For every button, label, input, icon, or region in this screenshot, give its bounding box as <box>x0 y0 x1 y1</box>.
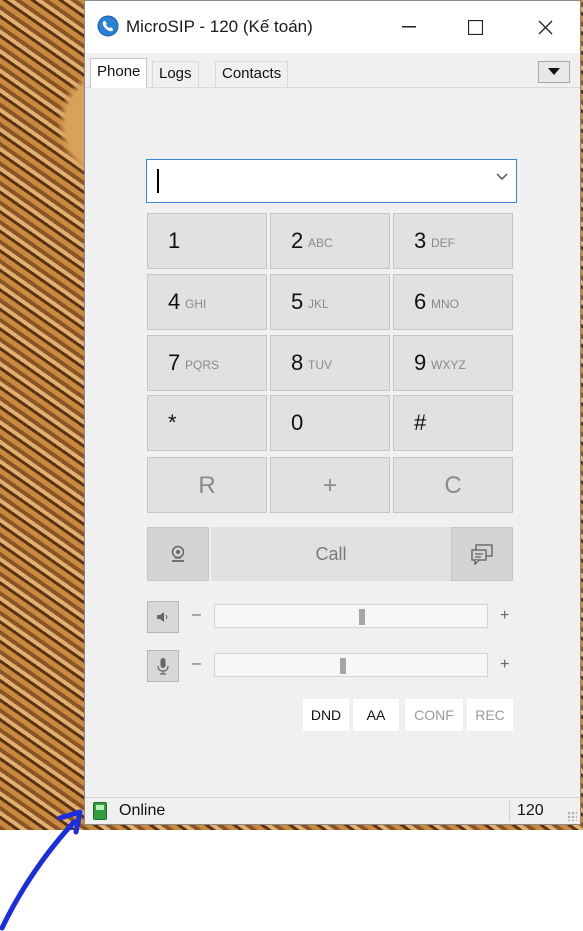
tab-label: Logs <box>159 65 192 82</box>
key-digit: 6 <box>414 289 427 314</box>
key-digit: # <box>414 410 427 435</box>
resize-grip[interactable] <box>567 811 577 821</box>
key-label: + <box>322 472 337 499</box>
key-digit: 3 <box>414 228 427 253</box>
status-divider <box>509 800 510 822</box>
microsip-phone-icon <box>97 15 119 37</box>
annotation-arrow <box>0 809 83 931</box>
call-label: Call <box>315 543 347 564</box>
window-title: MicroSIP - 120 (Kế toán) <box>126 17 313 36</box>
toggle-label: DND <box>310 707 342 723</box>
message-icon <box>471 544 493 565</box>
key-letters: MNO <box>431 297 459 311</box>
minimize-icon <box>402 26 416 28</box>
close-button[interactable] <box>522 9 568 45</box>
key-label: C <box>444 472 462 499</box>
key-2[interactable]: 2 ABC <box>270 213 390 269</box>
key-3[interactable]: 3 DEF <box>393 213 513 269</box>
text-caret <box>157 169 159 193</box>
mic-volume-slider[interactable] <box>214 653 488 677</box>
maximize-button[interactable] <box>452 9 498 45</box>
triangle-down-icon <box>548 68 560 75</box>
redial-button[interactable]: R <box>147 457 267 513</box>
key-digit: 4 <box>168 289 181 314</box>
plus-button[interactable]: + <box>270 457 390 513</box>
chevron-down-icon[interactable] <box>496 173 508 181</box>
key-7[interactable]: 7 PQRS <box>147 335 267 391</box>
key-letters: TUV <box>308 358 332 372</box>
slider-thumb[interactable] <box>340 658 346 674</box>
status-bar: Online 120 <box>85 797 580 824</box>
speaker-minus: – <box>192 606 201 623</box>
tab-contacts[interactable]: Contacts <box>215 61 289 87</box>
auto-answer-toggle[interactable]: AA <box>353 699 399 731</box>
key-label: R <box>198 472 216 499</box>
key-digit: 0 <box>291 410 304 435</box>
slider-thumb[interactable] <box>359 609 365 625</box>
phone-panel: 1 2 ABC 3 DEF 4 GHI 5 JKL 6 MNO 7 PQRS 8 <box>85 89 580 796</box>
tab-label: Contacts <box>222 65 282 82</box>
key-letters: PQRS <box>185 358 220 372</box>
key-1[interactable]: 1 <box>147 213 267 269</box>
number-input[interactable] <box>146 159 517 203</box>
status-text: Online <box>119 802 166 819</box>
title-bar: MicroSIP - 120 (Kế toán) <box>85 1 580 53</box>
key-6[interactable]: 6 MNO <box>393 274 513 330</box>
key-digit: 1 <box>168 228 181 253</box>
key-letters: ABC <box>308 236 333 250</box>
minimize-button[interactable] <box>386 9 432 45</box>
key-star[interactable]: * <box>147 395 267 451</box>
conference-toggle[interactable]: CONF <box>405 699 463 731</box>
record-toggle[interactable]: REC <box>467 699 513 731</box>
mic-plus: + <box>500 656 510 673</box>
speaker-icon <box>157 612 168 622</box>
key-letters: WXYZ <box>431 358 466 372</box>
call-button[interactable]: Call <box>211 527 451 581</box>
key-5[interactable]: 5 JKL <box>270 274 390 330</box>
mic-minus: – <box>192 655 201 672</box>
video-call-icon <box>171 545 185 562</box>
key-letters: GHI <box>185 297 207 311</box>
tab-bar: Phone Logs Contacts <box>85 53 580 88</box>
tab-phone[interactable]: Phone <box>90 58 148 88</box>
message-button[interactable] <box>451 527 513 581</box>
main-menu-button[interactable] <box>538 61 570 83</box>
microphone-icon <box>157 658 169 675</box>
key-8[interactable]: 8 TUV <box>270 335 390 391</box>
tab-logs[interactable]: Logs <box>152 61 199 87</box>
key-digit: 5 <box>291 289 304 314</box>
online-status-icon[interactable] <box>93 802 107 820</box>
key-digit: 2 <box>291 228 304 253</box>
clear-button[interactable]: C <box>393 457 513 513</box>
key-letters: JKL <box>308 297 329 311</box>
extension-number: 120 <box>517 802 544 819</box>
speaker-plus: + <box>500 607 510 624</box>
video-call-button[interactable] <box>147 527 209 581</box>
tab-label: Phone <box>97 63 141 80</box>
toggle-label: CONF <box>414 707 454 723</box>
key-9[interactable]: 9 WXYZ <box>393 335 513 391</box>
key-digit: 7 <box>168 350 181 375</box>
toggle-label: REC <box>475 707 505 723</box>
key-hash[interactable]: # <box>393 395 513 451</box>
toggle-label: AA <box>366 707 386 723</box>
speaker-mute-button[interactable] <box>147 601 179 633</box>
key-digit: 9 <box>414 350 427 375</box>
maximize-icon <box>467 19 483 35</box>
key-letters: DEF <box>431 236 455 250</box>
close-icon <box>538 20 552 34</box>
key-digit: 8 <box>291 350 304 375</box>
key-digit: * <box>168 410 177 435</box>
key-4[interactable]: 4 GHI <box>147 274 267 330</box>
mic-mute-button[interactable] <box>147 650 179 682</box>
key-0[interactable]: 0 <box>270 395 390 451</box>
speaker-volume-slider[interactable] <box>214 604 488 628</box>
dnd-toggle[interactable]: DND <box>303 699 349 731</box>
microsip-window: MicroSIP - 120 (Kế toán) Phone Logs Cont… <box>84 0 581 825</box>
